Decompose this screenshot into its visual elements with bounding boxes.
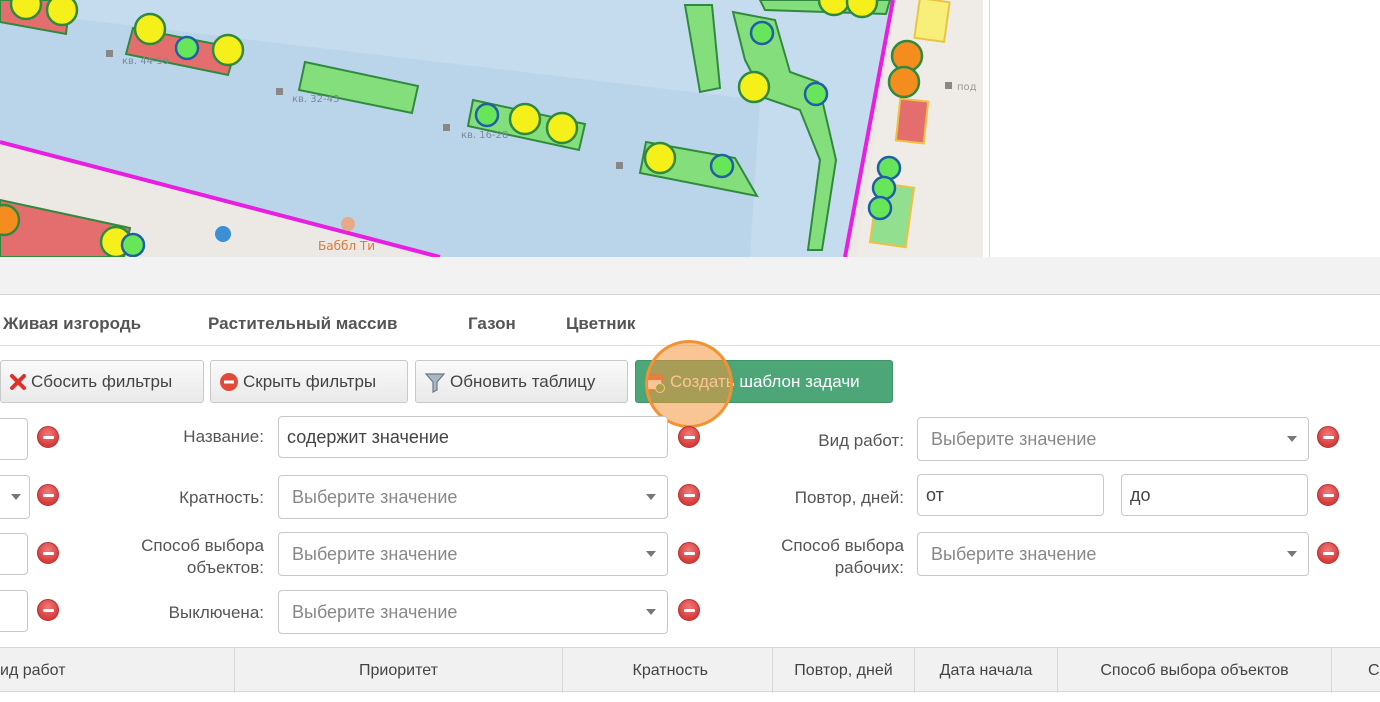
chevron-down-icon [1287, 436, 1297, 442]
chevron-down-icon [1287, 551, 1297, 557]
remove-filter-icon[interactable] [37, 426, 59, 448]
remove-filter-icon[interactable] [678, 426, 700, 448]
remove-filter-icon[interactable] [37, 599, 59, 621]
column-header-priority[interactable]: Приоритет [235, 648, 563, 693]
repeat-filter-label: Повтор, дней: [794, 488, 904, 507]
tab-lawn[interactable]: Газон [468, 314, 516, 334]
hide-filters-button[interactable]: Скрыть фильтры [210, 360, 408, 403]
tab-flowerbed[interactable]: Цветник [566, 314, 635, 334]
remove-filter-icon[interactable] [678, 542, 700, 564]
left-filter-select-2[interactable] [0, 475, 30, 519]
map-label-apt-2: кв. 32-43 [292, 94, 339, 105]
work-type-filter-select[interactable]: Выберите значение [917, 417, 1309, 461]
create-task-template-label: Создать шаблон задачи [670, 371, 860, 391]
column-header-start-date[interactable]: Дата начала [915, 648, 1058, 693]
remove-filter-icon[interactable] [1317, 426, 1339, 448]
chevron-down-icon [646, 609, 656, 615]
work-type-filter-label: Вид работ: [818, 431, 904, 450]
remove-filter-icon[interactable] [678, 484, 700, 506]
map-label-apt-3: кв. 16-28 [461, 130, 508, 141]
left-filter-input-4[interactable] [0, 590, 28, 632]
column-header-truncated[interactable]: С [1332, 648, 1380, 693]
column-header-object-method[interactable]: Способ выбора объектов [1058, 648, 1332, 693]
category-tabs: Живая изгородь Растительный массив Газон… [0, 296, 1380, 346]
disabled-filter-label: Выключена: [168, 603, 264, 622]
reset-filters-button[interactable]: Сбосить фильтры [0, 360, 204, 403]
tab-plant-mass[interactable]: Растительный массив [208, 314, 397, 334]
column-header-repeat-days[interactable]: Повтор, дней [773, 648, 915, 693]
chevron-down-icon [646, 551, 656, 557]
table-header: ид работ Приоритет Кратность Повтор, дне… [0, 647, 1380, 693]
map-label-cafe: Баббл Ти [318, 239, 375, 253]
reset-filters-label: Сбосить фильтры [31, 371, 173, 391]
tab-hedge[interactable]: Живая изгородь [3, 314, 141, 334]
repeat-from-value: от [926, 484, 944, 505]
column-header-work-type[interactable]: ид работ [0, 648, 235, 693]
disabled-filter-placeholder: Выберите значение [292, 601, 458, 622]
frequency-filter-select[interactable]: Выберите значение [278, 475, 668, 519]
remove-filter-icon[interactable] [1317, 484, 1339, 506]
name-filter-label: Название: [183, 427, 264, 446]
create-task-template-button[interactable]: Создать шаблон задачи [635, 360, 893, 403]
column-header-frequency[interactable]: Кратность [563, 648, 773, 693]
chevron-down-icon [646, 494, 656, 500]
worker-method-filter-label: Способ выбора рабочих: [781, 536, 904, 577]
minus-circle-icon [219, 372, 239, 392]
remove-filter-icon[interactable] [37, 542, 59, 564]
name-filter-input[interactable]: содержит значение [278, 416, 668, 458]
remove-filter-icon[interactable] [37, 484, 59, 506]
calendar-add-icon [644, 371, 666, 393]
cafe-icon[interactable] [341, 217, 355, 231]
left-filter-input-1[interactable] [0, 418, 28, 460]
filter-funnel-icon [424, 371, 446, 393]
repeat-to-value: до [1130, 484, 1151, 505]
refresh-table-label: Обновить таблицу [450, 371, 596, 391]
name-filter-value: содержит значение [287, 426, 449, 447]
map-label-apt-1: кв. 44-59 [122, 56, 169, 67]
worker-method-filter-select[interactable]: Выберите значение [917, 532, 1309, 576]
left-filter-input-3[interactable] [0, 533, 28, 575]
map-view[interactable]: кв. 44-59 кв. 32-43 кв. 16-28 под Баббл … [0, 0, 983, 257]
map-label-entrance: под [957, 82, 977, 93]
remove-filter-icon[interactable] [1317, 542, 1339, 564]
worker-method-filter-placeholder: Выберите значение [931, 543, 1097, 564]
map-canvas[interactable]: кв. 44-59 кв. 32-43 кв. 16-28 под Баббл … [0, 0, 983, 257]
side-panel [989, 0, 1380, 257]
map-divider-band [0, 257, 1380, 295]
frequency-filter-placeholder: Выберите значение [292, 486, 458, 507]
object-method-filter-select[interactable]: Выберите значение [278, 532, 668, 576]
frequency-filter-label: Кратность: [179, 488, 264, 507]
refresh-table-button[interactable]: Обновить таблицу [415, 360, 628, 403]
hide-filters-label: Скрыть фильтры [243, 371, 377, 391]
work-type-filter-placeholder: Выберите значение [931, 428, 1097, 449]
remove-filter-icon[interactable] [678, 599, 700, 621]
object-method-filter-label: Способ выбора объектов: [141, 536, 264, 577]
repeat-from-input[interactable]: от [917, 474, 1104, 516]
location-pin-icon[interactable] [215, 226, 231, 242]
disabled-filter-select[interactable]: Выберите значение [278, 590, 668, 634]
object-method-filter-placeholder: Выберите значение [292, 543, 458, 564]
repeat-to-input[interactable]: до [1121, 474, 1308, 516]
close-icon [9, 373, 27, 391]
